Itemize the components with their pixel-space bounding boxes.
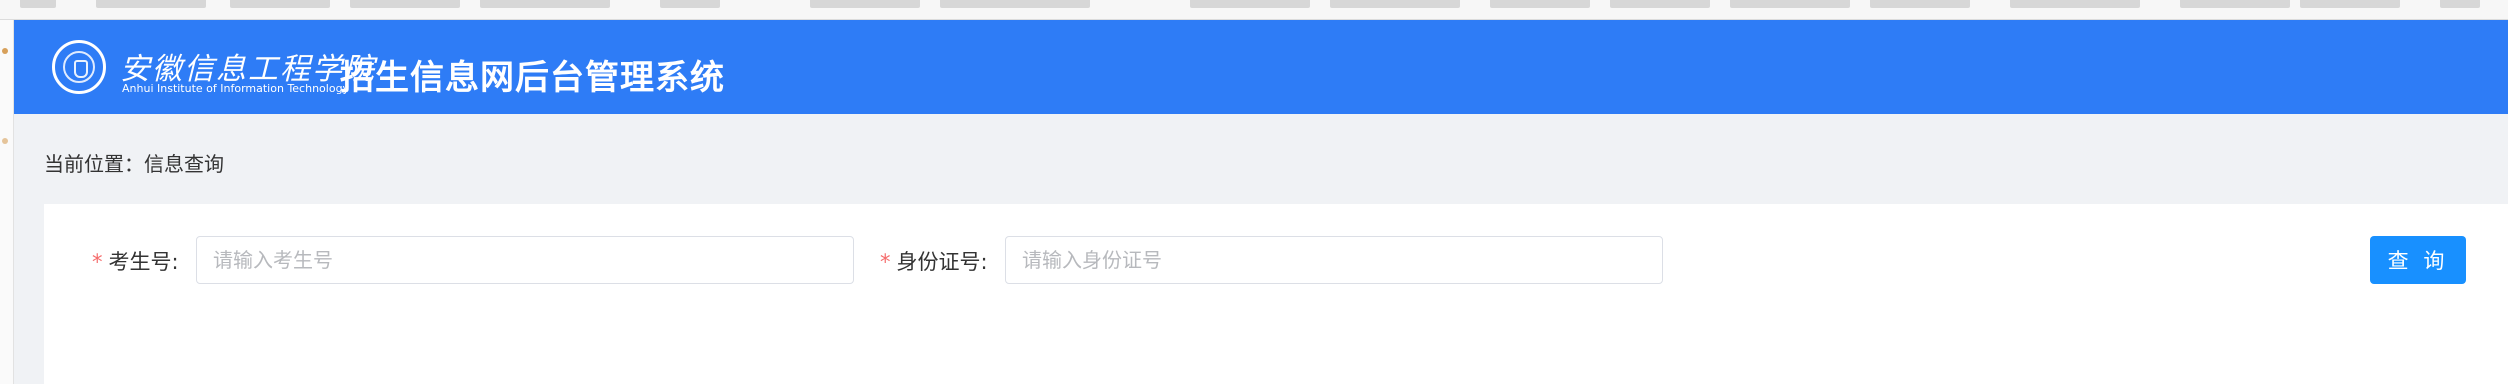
exam-number-label-text: 考生号:: [108, 250, 179, 274]
bookmark-item[interactable]: [1490, 0, 1590, 8]
bookmark-item[interactable]: [20, 0, 56, 8]
exam-number-label: * 考生号:: [92, 246, 179, 276]
bookmark-item[interactable]: [1610, 0, 1710, 8]
bookmark-item[interactable]: [940, 0, 1090, 8]
required-marker: *: [92, 250, 103, 274]
id-number-input[interactable]: [1005, 236, 1663, 284]
system-title: 招生信息网后台管理系统: [340, 58, 725, 98]
required-marker: *: [880, 250, 891, 274]
bookmark-item[interactable]: [1870, 0, 1970, 8]
bookmark-item[interactable]: [660, 0, 720, 8]
bookmark-item[interactable]: [1330, 0, 1460, 8]
breadcrumb-current: 信息查询: [144, 152, 224, 176]
school-seal-icon: [52, 40, 106, 94]
breadcrumb-prefix: 当前位置：: [44, 152, 144, 176]
bookmark-item[interactable]: [810, 0, 920, 8]
bookmark-item[interactable]: [350, 0, 460, 8]
bookmark-item[interactable]: [1190, 0, 1310, 8]
side-panel-dot-icon: [2, 138, 8, 144]
bookmark-item[interactable]: [1730, 0, 1850, 8]
site-header: 安徽信息工程学院 Anhui Institute of Information …: [14, 20, 2508, 114]
query-button[interactable]: 查 询: [2370, 236, 2466, 284]
school-name-english: Anhui Institute of Information Technolog…: [122, 82, 350, 95]
bookmark-item[interactable]: [480, 0, 610, 8]
bookmark-item[interactable]: [2440, 0, 2480, 8]
browser-bookmarks-bar: [0, 0, 2508, 20]
browser-side-panel: [0, 20, 14, 384]
id-number-label-text: 身份证号:: [896, 250, 988, 274]
exam-number-input[interactable]: [196, 236, 854, 284]
breadcrumb: 当前位置：信息查询: [44, 148, 224, 177]
bookmark-item[interactable]: [2300, 0, 2400, 8]
bookmark-item[interactable]: [2010, 0, 2140, 8]
bookmark-item[interactable]: [230, 0, 330, 8]
id-number-label: * 身份证号:: [880, 246, 988, 276]
search-panel: [44, 204, 2508, 384]
side-panel-dot-icon: [2, 48, 8, 54]
bookmark-item[interactable]: [2180, 0, 2290, 8]
bookmark-item[interactable]: [96, 0, 206, 8]
